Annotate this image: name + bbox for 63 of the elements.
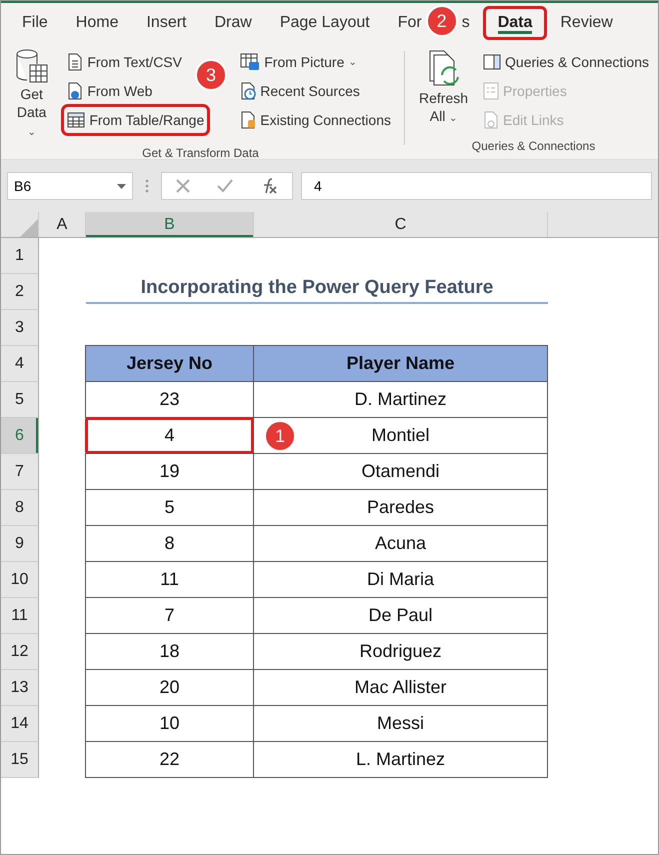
row-heading[interactable]: 8: [1, 490, 39, 526]
row-heading[interactable]: 14: [1, 706, 39, 742]
step-badge: 2: [426, 5, 458, 37]
row-heading[interactable]: 11: [1, 598, 39, 634]
clock-file-icon: [240, 82, 256, 100]
globe-file-icon: [67, 82, 84, 100]
row-heading[interactable]: 3: [1, 310, 39, 346]
camera-table-icon: [240, 53, 260, 71]
ribbon-command[interactable]: From Web: [64, 78, 156, 104]
sheet-title: Incorporating the Power Query Feature: [86, 274, 548, 304]
ribbon-tab[interactable]: Review: [547, 8, 626, 38]
row-heading[interactable]: 2: [1, 274, 39, 310]
row-heading[interactable]: 13: [1, 670, 39, 706]
ribbon-command[interactable]: From Text/CSV: [64, 49, 185, 75]
row-heading[interactable]: 15: [1, 742, 39, 778]
row-heading[interactable]: 7: [1, 454, 39, 490]
table-cell[interactable]: 19: [85, 453, 254, 490]
ribbon-tab[interactable]: Draw: [201, 8, 265, 38]
large-ribbon-button[interactable]: Get Data ⌄: [7, 45, 56, 146]
properties-icon: [483, 82, 500, 100]
ribbon-tab[interactable]: Data: [484, 8, 546, 38]
link-file-icon: [483, 111, 500, 129]
table-cell[interactable]: 22: [85, 741, 254, 778]
ribbon-command[interactable]: From Picture ⌄: [237, 49, 360, 75]
cancel-icon[interactable]: [176, 179, 190, 193]
ribbon-tab[interactable]: Insert: [133, 8, 200, 38]
group-label: Queries & Connections: [470, 139, 596, 155]
column-heading[interactable]: C: [254, 212, 548, 237]
row-heading[interactable]: 6: [1, 418, 39, 454]
ribbon-command[interactable]: Recent Sources: [237, 78, 363, 104]
check-icon[interactable]: [216, 179, 233, 193]
row-heading[interactable]: 12: [1, 634, 39, 670]
column-header-cell: Player Name: [253, 345, 548, 382]
table-cell[interactable]: 4: [85, 417, 254, 454]
step-badge: 3: [195, 59, 227, 91]
text-file-icon: [67, 53, 84, 71]
table-cell: 1 Montiel: [253, 417, 548, 454]
ribbon-tab[interactable]: Page Layout: [266, 8, 383, 38]
ribbon-tab[interactable]: For 2 s: [384, 3, 483, 43]
table-icon: [67, 112, 86, 128]
row-heading[interactable]: 9: [1, 526, 39, 562]
row-heading[interactable]: 5: [1, 382, 39, 418]
ribbon-command[interactable]: From Table/Range: [64, 107, 208, 133]
ribbon-command[interactable]: Queries & Connections: [480, 49, 652, 75]
row-heading[interactable]: 4: [1, 346, 39, 382]
ribbon-command[interactable]: Existing Connections: [237, 107, 394, 133]
database-icon: [14, 49, 49, 85]
column-heading[interactable]: B: [86, 212, 254, 237]
row-heading[interactable]: 10: [1, 562, 39, 598]
panel-icon: [483, 54, 502, 70]
dropdown-icon: [117, 184, 126, 188]
large-ribbon-button[interactable]: Refresh All ⌄: [415, 45, 472, 132]
row-heading[interactable]: 1: [1, 238, 39, 274]
ribbon-tab[interactable]: File: [9, 8, 61, 38]
formula-input[interactable]: 4: [301, 172, 652, 200]
table-cell: L. Martinez: [253, 741, 548, 778]
step-badge: 1: [264, 420, 296, 452]
database-file-icon: [240, 111, 256, 129]
ribbon-tab[interactable]: Home: [62, 8, 132, 38]
column-header-cell: Jersey No: [85, 345, 254, 382]
name-box[interactable]: B6: [7, 172, 133, 200]
group-label: Get & Transform Data: [141, 146, 260, 162]
table-cell[interactable]: 23: [85, 381, 254, 418]
